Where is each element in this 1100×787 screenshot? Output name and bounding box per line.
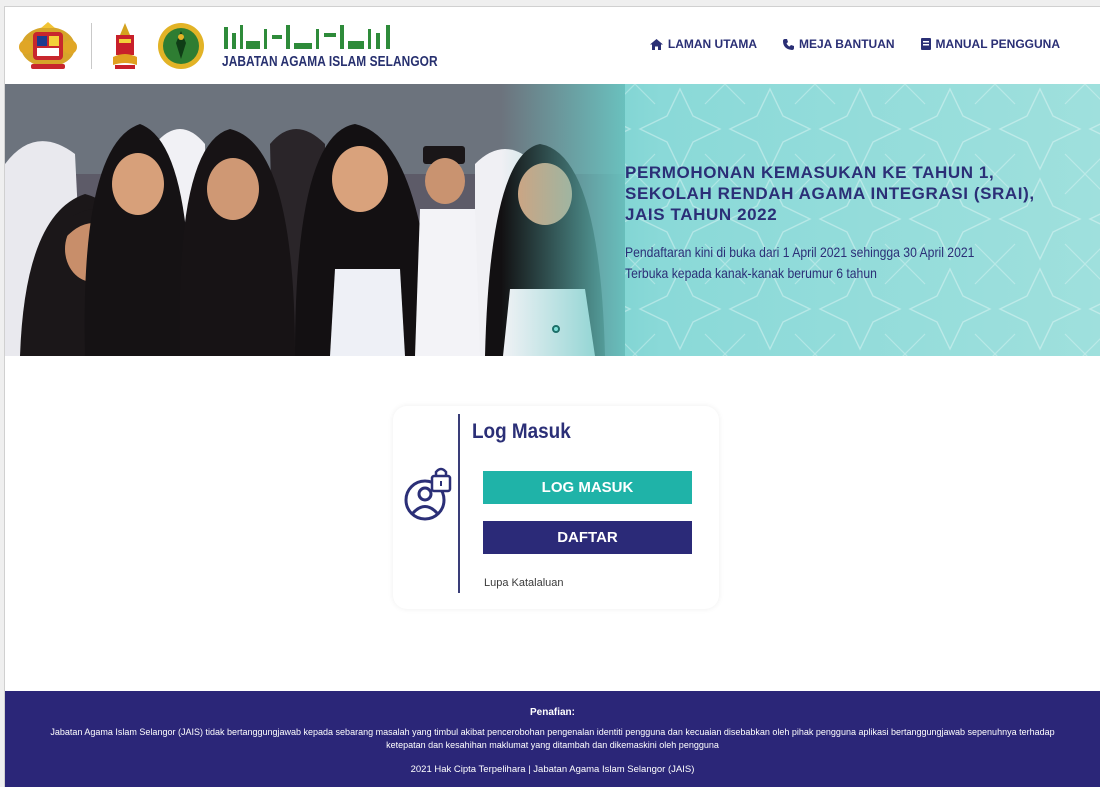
banner-title-line-3: JAIS TAHUN 2022 — [625, 205, 778, 224]
malaysia-crest-logo — [19, 22, 77, 69]
copyright-text: 2021 Hak Cipta Terpelihara | Jabatan Aga… — [410, 764, 695, 775]
students-photo — [5, 84, 625, 356]
jais-wordmark: JABATAN AGAMA ISLAM SELANGOR — [222, 23, 485, 70]
login-title: Log Masuk — [472, 420, 571, 443]
nav-manual-pengguna[interactable]: MANUAL PENGGUNA — [920, 37, 1060, 51]
logo-divider — [91, 23, 92, 69]
banner-title-line-2: SEKOLAH RENDAH AGAMA INTEGRASI (SRAI), — [625, 184, 1035, 203]
header: JABATAN AGAMA ISLAM SELANGOR LAMAN UTAMA… — [5, 7, 1100, 84]
hero-banner: PERMOHONAN KEMASUKAN KE TAHUN 1, SEKOLAH… — [5, 84, 1100, 356]
jawi-script-logo — [224, 24, 390, 49]
user-lock-icon — [404, 467, 452, 521]
disclaimer-text: Jabatan Agama Islam Selangor (JAIS) tida… — [50, 727, 1055, 750]
carousel-indicator-dot[interactable] — [552, 325, 560, 333]
nav-meja-bantuan[interactable]: MEJA BANTUAN — [782, 37, 895, 51]
phone-icon — [782, 38, 794, 50]
page-frame: JABATAN AGAMA ISLAM SELANGOR LAMAN UTAMA… — [5, 7, 1100, 787]
banner-eligibility: Terbuka kepada kanak-kanak berumur 6 tah… — [625, 265, 877, 281]
selangor-crest-logo — [113, 23, 137, 69]
logo-group: JABATAN AGAMA ISLAM SELANGOR — [19, 19, 485, 73]
nav-laman-utama[interactable]: LAMAN UTAMA — [649, 37, 757, 51]
card-divider — [458, 414, 460, 593]
disclaimer-title: Penafian: — [529, 707, 575, 718]
login-button[interactable]: LOG MASUK — [483, 471, 692, 504]
home-icon — [649, 38, 663, 50]
organization-name: JABATAN AGAMA ISLAM SELANGOR — [222, 53, 438, 70]
banner-registration-dates: Pendaftaran kini di buka dari 1 April 20… — [625, 244, 975, 260]
top-navigation: LAMAN UTAMA MEJA BANTUAN MANUAL PENGGUNA — [649, 37, 1060, 51]
nav-manual-pengguna-label: MANUAL PENGGUNA — [935, 37, 1060, 51]
register-button[interactable]: DAFTAR — [483, 521, 692, 554]
banner-title: PERMOHONAN KEMASUKAN KE TAHUN 1, SEKOLAH… — [625, 162, 1085, 225]
banner-title-line-1: PERMOHONAN KEMASUKAN KE TAHUN 1, — [625, 163, 995, 182]
login-card: Log Masuk LOG MASUK DAFTAR Lupa Katalalu… — [393, 406, 719, 609]
forgot-password-link[interactable]: Lupa Katalaluan — [484, 577, 564, 589]
footer: Penafian: Jabatan Agama Islam Selangor (… — [5, 691, 1100, 787]
nav-laman-utama-label: LAMAN UTAMA — [667, 37, 757, 51]
jais-emblem-logo — [158, 23, 204, 69]
nav-meja-bantuan-label: MEJA BANTUAN — [798, 37, 895, 51]
book-icon — [920, 38, 931, 50]
